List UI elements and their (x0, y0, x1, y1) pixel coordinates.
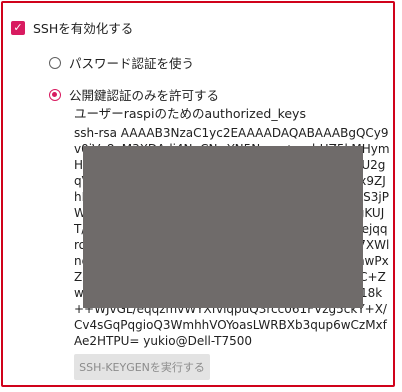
ssh-enable-checkbox[interactable]: ✓ (11, 20, 25, 35)
pubkey-auth-label: 公開鍵認証のみを許可する (69, 88, 220, 103)
password-auth-radio[interactable] (49, 56, 61, 69)
redaction-overlay (83, 146, 363, 308)
ssh-keygen-button[interactable]: SSH-KEYGENを実行する (74, 354, 210, 380)
ssh-enable-label: SSHを有効化する (33, 21, 134, 36)
pubkey-auth-radio[interactable] (49, 88, 61, 101)
password-auth-label: パスワード認証を使う (69, 56, 195, 71)
password-auth-option[interactable]: パスワード認証を使う (49, 53, 194, 72)
pubkey-auth-option[interactable]: 公開鍵認証のみを許可する (49, 85, 219, 104)
ssh-settings-panel: ✓ SSHを有効化する パスワード認証を使う 公開鍵認証のみを許可する ユーザー… (1, 1, 395, 387)
ssh-enable-checkbox-row[interactable]: ✓ SSHを有効化する (11, 18, 133, 37)
authorized-keys-title: ユーザーraspiのためのauthorized_keys (74, 106, 306, 121)
